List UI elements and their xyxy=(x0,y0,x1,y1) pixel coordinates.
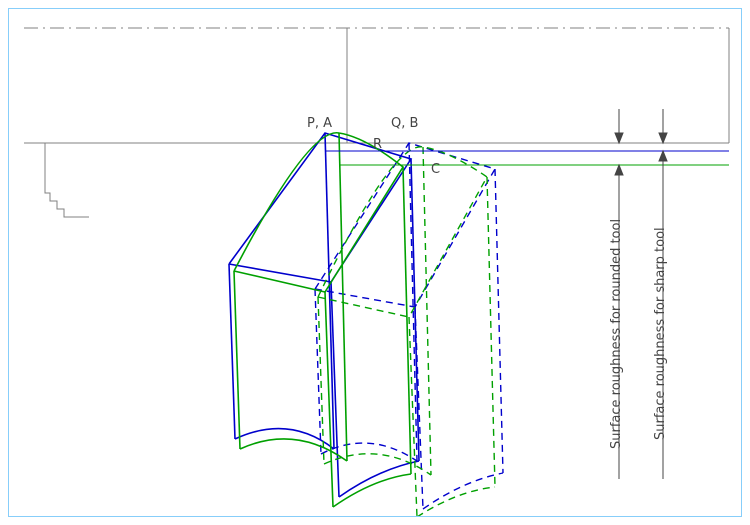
diagram-canvas xyxy=(9,9,741,516)
label-sharp-tool: Surface roughness for sharp tool xyxy=(653,194,668,474)
roughness-extension-lines xyxy=(325,151,729,165)
label-QB: Q, B xyxy=(391,116,418,131)
label-PA: P, A xyxy=(307,116,332,131)
label-rounded-tool: Surface roughness for rounded tool xyxy=(609,194,624,474)
label-R: R xyxy=(373,137,382,152)
rounded-tool-current xyxy=(234,133,411,507)
figure-frame: P, A Q, B R C Surface roughness for roun… xyxy=(8,8,742,517)
label-C: C xyxy=(431,162,440,177)
